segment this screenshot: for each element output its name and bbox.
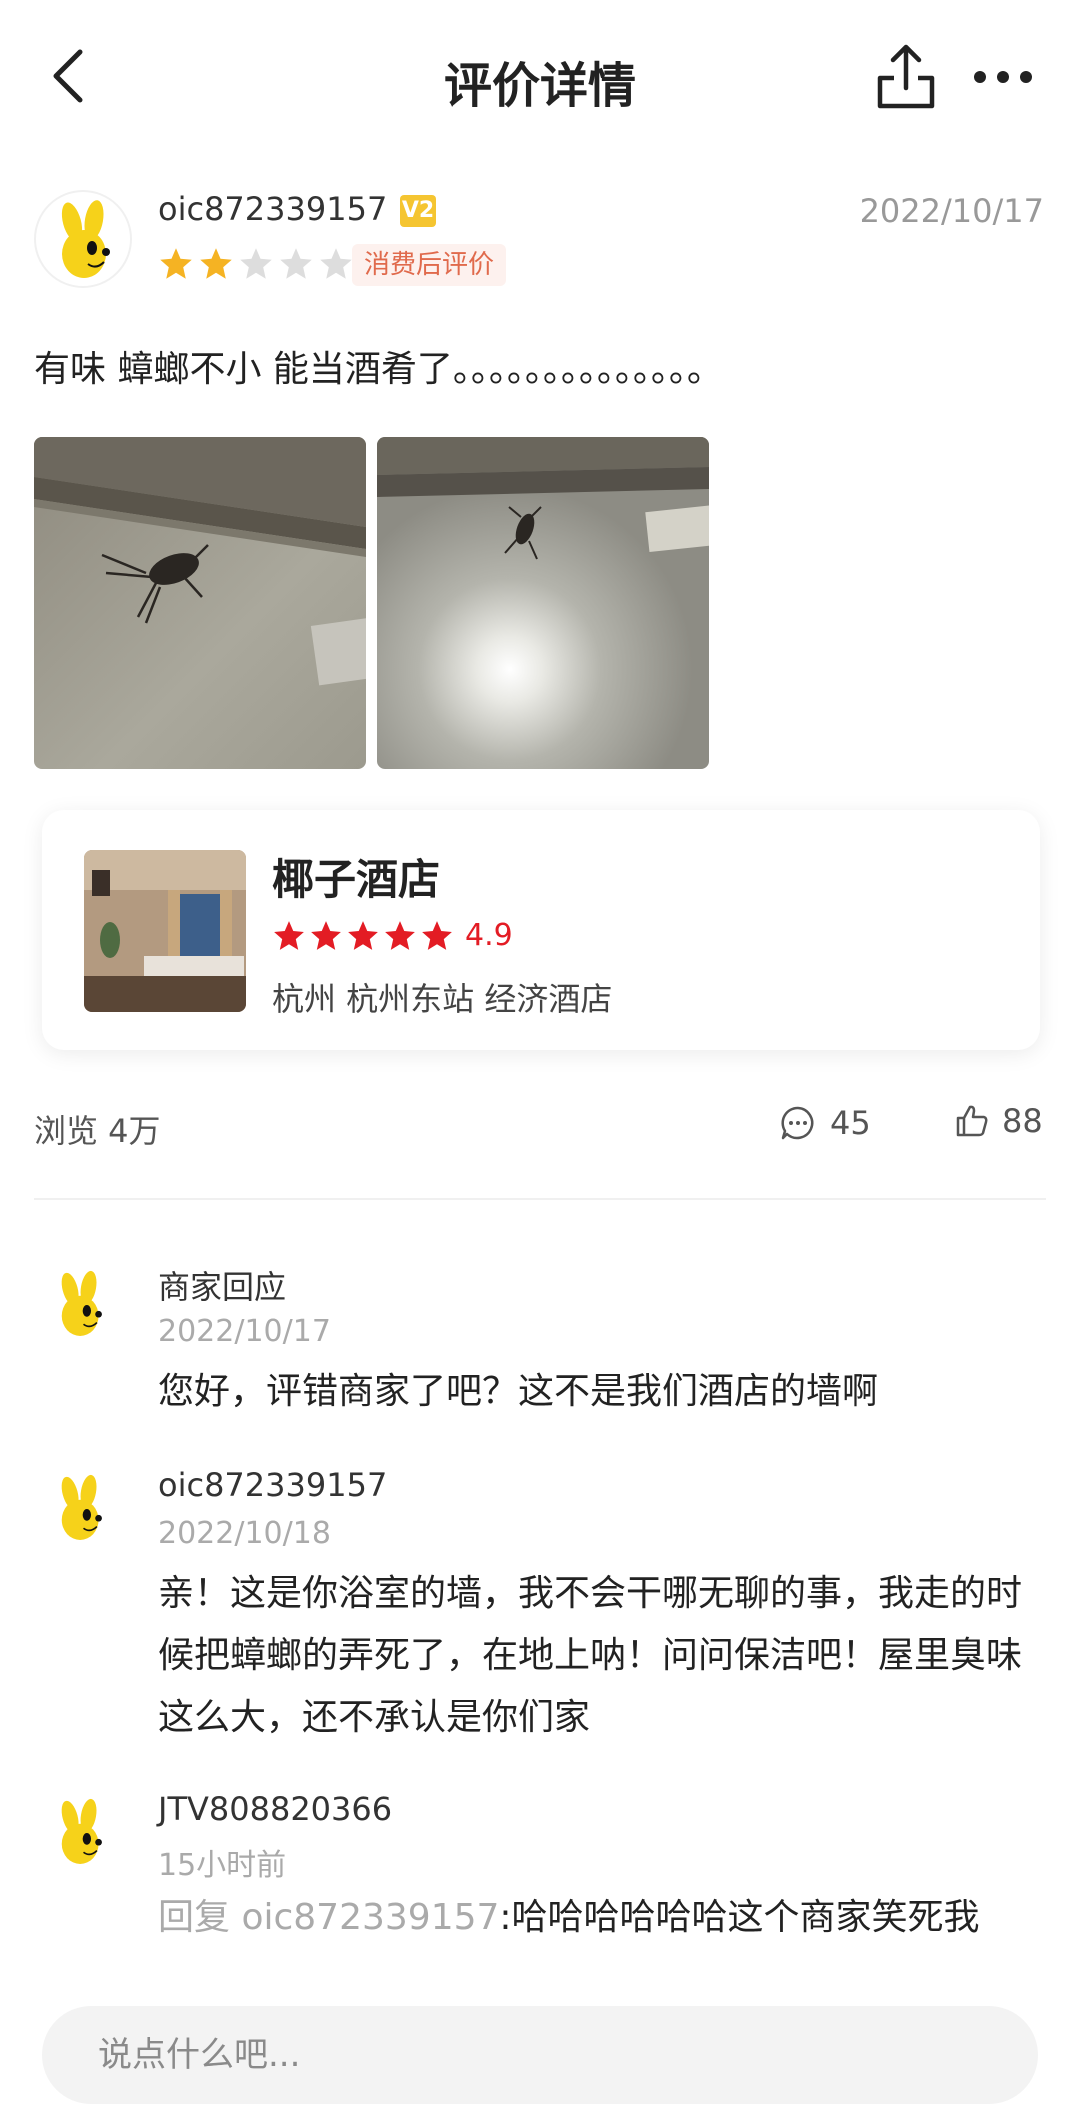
star-filled-icon [348,920,378,950]
hotel-room-image [84,850,246,1012]
review-date: 2022/10/17 [859,192,1044,230]
yellow-mascot-avatar-icon [61,1474,102,1540]
more-button[interactable] [970,52,1036,102]
hotel-rating-score: 4.9 [465,918,513,953]
yellow-mascot-avatar-icon [61,1270,102,1336]
star-filled-icon [160,248,192,279]
reviewer-avatar[interactable] [34,190,132,288]
commenter-avatar[interactable] [40,1264,122,1346]
comment-text: :哈哈哈哈哈哈这个商家笑死我 [499,1897,980,1938]
yellow-mascot-avatar-icon [61,200,110,278]
star-empty-icon [240,248,272,279]
hotel-location-tags: 杭州 杭州东站 经济酒店 [272,980,613,1018]
reply-to-user[interactable]: 回复 oic872339157 [158,1897,499,1938]
comment-icon [781,1106,814,1140]
star-empty-icon [320,248,352,279]
view-count: 浏览 4万 [34,1112,161,1150]
comment-body: 您好，评错商家了吧？这不是我们酒店的墙啊 [158,1371,879,1412]
review-tag: 消费后评价 [352,244,507,286]
like-button[interactable]: 88 [954,1102,1043,1140]
commenter-name[interactable]: JTV808820366 [158,1790,392,1828]
top-bar: 评价详情 [0,0,1080,150]
commenter-avatar[interactable] [40,1468,122,1550]
commenter-name[interactable]: 商家回应 [158,1262,286,1308]
star-empty-icon [280,248,312,279]
hotel-card[interactable]: 椰子酒店 4.9 杭州 杭州东站 经济酒店 [42,810,1040,1050]
comment-count-value: 45 [830,1104,871,1142]
commenter-name[interactable]: oic872339157 [158,1466,387,1504]
review-photo-1[interactable] [34,437,366,769]
star-filled-icon [422,920,452,950]
hotel-name: 椰子酒店 [272,855,441,904]
thumbs-up-icon [956,1105,988,1137]
review-text: 有味 蟑螂不小 能当酒肴了。。。。。。。。。。。。。。 [34,349,723,390]
star-filled-icon [200,248,232,279]
comment-body: 亲！这是你浴室的墙，我不会干哪无聊的事，我走的时候把蟑螂的弄死了，在地上呐！问问… [158,1573,1023,1738]
hotel-thumbnail [84,850,246,1012]
yellow-mascot-avatar-icon [61,1798,102,1864]
star-filled-icon [311,920,341,950]
cockroach-photo-image [34,437,366,769]
comment-button[interactable]: 45 [780,1104,871,1142]
comment-body: 回复 oic872339157:哈哈哈哈哈哈这个商家笑死我 [158,1887,1038,1949]
cockroach-flash-photo-image [377,437,709,769]
share-icon [877,44,935,109]
comment-time: 2022/10/17 [158,1314,331,1349]
vip-badge: V2 [400,195,436,227]
star-filled-icon [385,920,415,950]
commenter-avatar[interactable] [40,1792,122,1874]
more-icon [974,71,1032,83]
reviewer-username[interactable]: oic872339157 [158,190,387,228]
comment-input-bar[interactable] [42,2006,1038,2104]
comment-time: 2022/10/18 [158,1516,331,1551]
divider [34,1198,1046,1200]
share-button[interactable] [876,42,936,110]
hotel-rating: 4.9 [272,918,513,953]
star-filled-icon [274,920,304,950]
review-photo-2[interactable] [377,437,709,769]
comment-input[interactable] [98,2006,978,2104]
like-count-value: 88 [1002,1102,1043,1140]
review-stars [158,246,354,282]
comment-time: 15小时前 [158,1848,287,1883]
